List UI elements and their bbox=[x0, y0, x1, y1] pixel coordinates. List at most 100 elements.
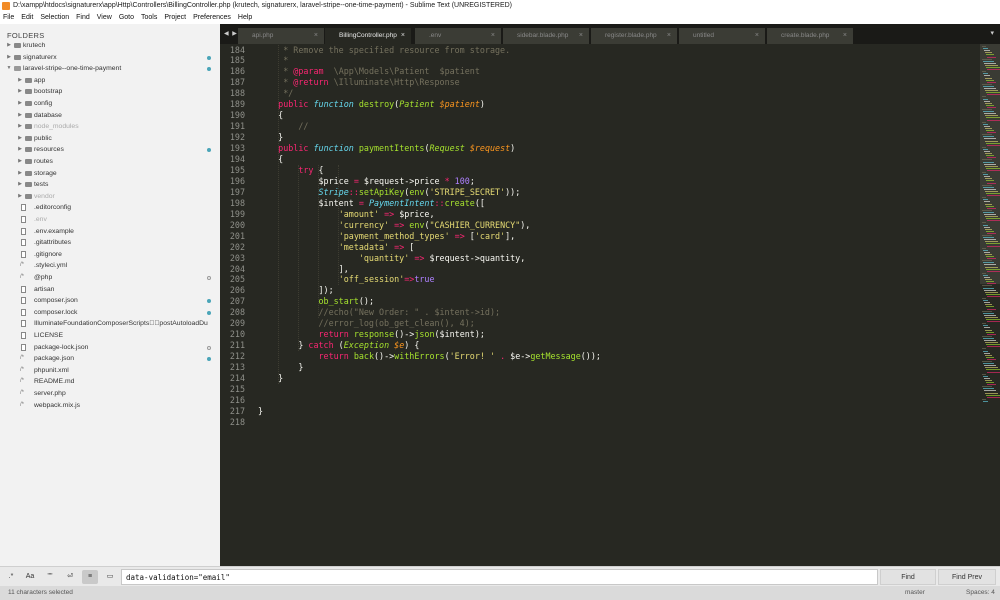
sidebar-file[interactable]: /* server.php bbox=[0, 388, 220, 400]
case-sensitive-toggle[interactable]: Aa bbox=[22, 570, 38, 584]
menu-help[interactable]: Help bbox=[235, 12, 256, 24]
close-icon[interactable]: × bbox=[491, 28, 495, 44]
tab-register-blade-php[interactable]: register.blade.php × bbox=[591, 28, 677, 44]
sidebar-file[interactable]: .env bbox=[0, 214, 220, 226]
code-line[interactable]: */ bbox=[258, 88, 293, 98]
chevron-right-icon[interactable]: ▶ bbox=[17, 110, 23, 122]
close-icon[interactable]: × bbox=[667, 28, 671, 44]
tab-dropdown-icon[interactable]: ▾ bbox=[990, 29, 994, 37]
code-line[interactable]: } bbox=[258, 132, 283, 142]
find-prev-button[interactable]: Find Prev bbox=[938, 569, 996, 585]
wrap-toggle[interactable]: ⏎ bbox=[62, 570, 78, 584]
code-line[interactable]: 'metadata' => [ bbox=[258, 242, 415, 252]
tab-sidebar-blade-php[interactable]: sidebar.blade.php × bbox=[503, 28, 589, 44]
sidebar-folder[interactable]: ▶ public bbox=[0, 133, 220, 145]
chevron-right-icon[interactable]: ▶ bbox=[17, 144, 23, 156]
sidebar-file[interactable]: artisan bbox=[0, 284, 220, 296]
git-branch-status[interactable]: master bbox=[905, 586, 925, 600]
chevron-right-icon[interactable]: ▶ bbox=[17, 86, 23, 98]
menu-selection[interactable]: Selection bbox=[37, 12, 73, 24]
menu-edit[interactable]: Edit bbox=[18, 12, 37, 24]
menu-view[interactable]: View bbox=[94, 12, 116, 24]
code-line[interactable]: ], bbox=[258, 264, 349, 274]
code-line[interactable]: try { bbox=[258, 165, 323, 175]
indentation-status[interactable]: Spaces: 4 bbox=[966, 586, 995, 600]
chevron-right-icon[interactable]: ▶ bbox=[17, 75, 23, 87]
code-line[interactable]: public function paymentItents(Request $r… bbox=[258, 143, 515, 153]
code-line[interactable]: public function destroy(Patient $patient… bbox=[258, 99, 485, 109]
code-line[interactable]: * @return \Illuminate\Http\Response bbox=[258, 77, 460, 87]
whole-word-toggle[interactable]: "" bbox=[42, 570, 58, 584]
sidebar-folder[interactable]: ▶ tests bbox=[0, 179, 220, 191]
chevron-right-icon[interactable]: ▶ bbox=[17, 191, 23, 203]
menu-project[interactable]: Project bbox=[161, 12, 190, 24]
highlight-matches-toggle[interactable]: ▭ bbox=[102, 570, 118, 584]
sidebar-file[interactable]: /* phpunit.xml bbox=[0, 365, 220, 377]
code-line[interactable]: Stripe::setApiKey(env('STRIPE_SECRET')); bbox=[258, 187, 521, 197]
code-line[interactable]: * bbox=[258, 55, 288, 65]
close-icon[interactable]: × bbox=[755, 28, 759, 44]
in-selection-toggle[interactable]: ≡ bbox=[82, 570, 98, 584]
tab-untitled[interactable]: untitled × bbox=[679, 28, 765, 44]
sidebar-file[interactable]: .gitattributes bbox=[0, 237, 220, 249]
sidebar-file[interactable]: LICENSE bbox=[0, 330, 220, 342]
code-line[interactable]: } bbox=[258, 373, 283, 383]
sidebar-file[interactable]: .env.example bbox=[0, 226, 220, 238]
sidebar-folder[interactable]: ▶ krutech bbox=[0, 40, 220, 52]
sidebar-file[interactable]: IlluminateFoundationComposerScripts  pos… bbox=[0, 318, 220, 330]
code-line[interactable]: * @param \App\Models\Patient $patient bbox=[258, 66, 480, 76]
code-line[interactable]: $intent = PaymentIntent::create([ bbox=[258, 198, 485, 208]
code-line[interactable]: // bbox=[258, 121, 308, 131]
code-line[interactable]: return back()->withErrors('Error! ' . $e… bbox=[258, 351, 601, 361]
chevron-right-icon[interactable]: ▶ bbox=[6, 40, 12, 52]
regex-toggle[interactable]: .* bbox=[4, 570, 18, 584]
sidebar-file[interactable]: /* webpack.mix.js bbox=[0, 400, 220, 412]
menu-goto[interactable]: Goto bbox=[116, 12, 138, 24]
code-line[interactable]: //echo("New Order: " . $intent->id); bbox=[258, 307, 501, 317]
menu-find[interactable]: Find bbox=[73, 12, 94, 24]
close-icon[interactable]: × bbox=[314, 28, 318, 44]
tab-api-php[interactable]: api.php × bbox=[238, 28, 324, 44]
code-line[interactable]: ]); bbox=[258, 285, 334, 295]
code-line[interactable]: 'amount' => $price, bbox=[258, 209, 435, 219]
chevron-right-icon[interactable]: ▶ bbox=[17, 98, 23, 110]
code-line[interactable]: //error_log(ob_get_clean(), 4); bbox=[258, 318, 475, 328]
sidebar-folder[interactable]: ▶ resources bbox=[0, 144, 220, 156]
code-line[interactable]: } bbox=[258, 362, 303, 372]
code-line[interactable]: * Remove the specified resource from sto… bbox=[258, 45, 510, 55]
sidebar-folder[interactable]: ▼ laravel-stripe--one-time-payment bbox=[0, 63, 220, 75]
code-line[interactable]: 'payment_method_types' => ['card'], bbox=[258, 231, 516, 241]
code-line[interactable]: { bbox=[258, 154, 283, 164]
sidebar-folder[interactable]: ▶ routes bbox=[0, 156, 220, 168]
code-line[interactable]: 'off_session'=>true bbox=[258, 274, 435, 284]
chevron-down-icon[interactable]: ▼ bbox=[6, 63, 12, 75]
sidebar-folder[interactable]: ▶ vendor bbox=[0, 191, 220, 203]
chevron-right-icon[interactable]: ▶ bbox=[17, 133, 23, 145]
code-line[interactable]: } catch (Exception $e) { bbox=[258, 340, 419, 350]
chevron-right-icon[interactable]: ▶ bbox=[6, 52, 12, 64]
sidebar-folder[interactable]: ▶ bootstrap bbox=[0, 86, 220, 98]
code-line[interactable]: { bbox=[258, 110, 283, 120]
tab-env[interactable]: .env × bbox=[415, 28, 501, 44]
sidebar-file[interactable]: composer.lock bbox=[0, 307, 220, 319]
sidebar-file[interactable]: /* .styleci.yml bbox=[0, 260, 220, 272]
sidebar-folder[interactable]: ▶ node_modules bbox=[0, 121, 220, 133]
find-input[interactable] bbox=[121, 569, 878, 585]
sidebar-folder[interactable]: ▶ signaturerx bbox=[0, 52, 220, 64]
tab-create-blade-php[interactable]: create.blade.php × bbox=[767, 28, 853, 44]
minimap[interactable] bbox=[980, 44, 1000, 566]
close-icon[interactable]: × bbox=[579, 28, 583, 44]
sidebar-file[interactable]: .editorconfig bbox=[0, 202, 220, 214]
chevron-right-icon[interactable]: ▶ bbox=[17, 156, 23, 168]
sidebar-file[interactable]: /* @php bbox=[0, 272, 220, 284]
menu-file[interactable]: File bbox=[0, 12, 18, 24]
sidebar-file[interactable]: composer.json bbox=[0, 295, 220, 307]
close-icon[interactable]: × bbox=[401, 28, 405, 44]
code-line[interactable]: 'quantity' => $request->quantity, bbox=[258, 253, 525, 263]
sidebar-file[interactable]: /* package.json bbox=[0, 353, 220, 365]
sidebar-folder[interactable]: ▶ storage bbox=[0, 168, 220, 180]
find-button[interactable]: Find bbox=[880, 569, 936, 585]
sidebar-file[interactable]: package-lock.json bbox=[0, 342, 220, 354]
sidebar-folder[interactable]: ▶ app bbox=[0, 75, 220, 87]
code-editor[interactable]: 184 * Remove the specified resource from… bbox=[220, 44, 980, 566]
